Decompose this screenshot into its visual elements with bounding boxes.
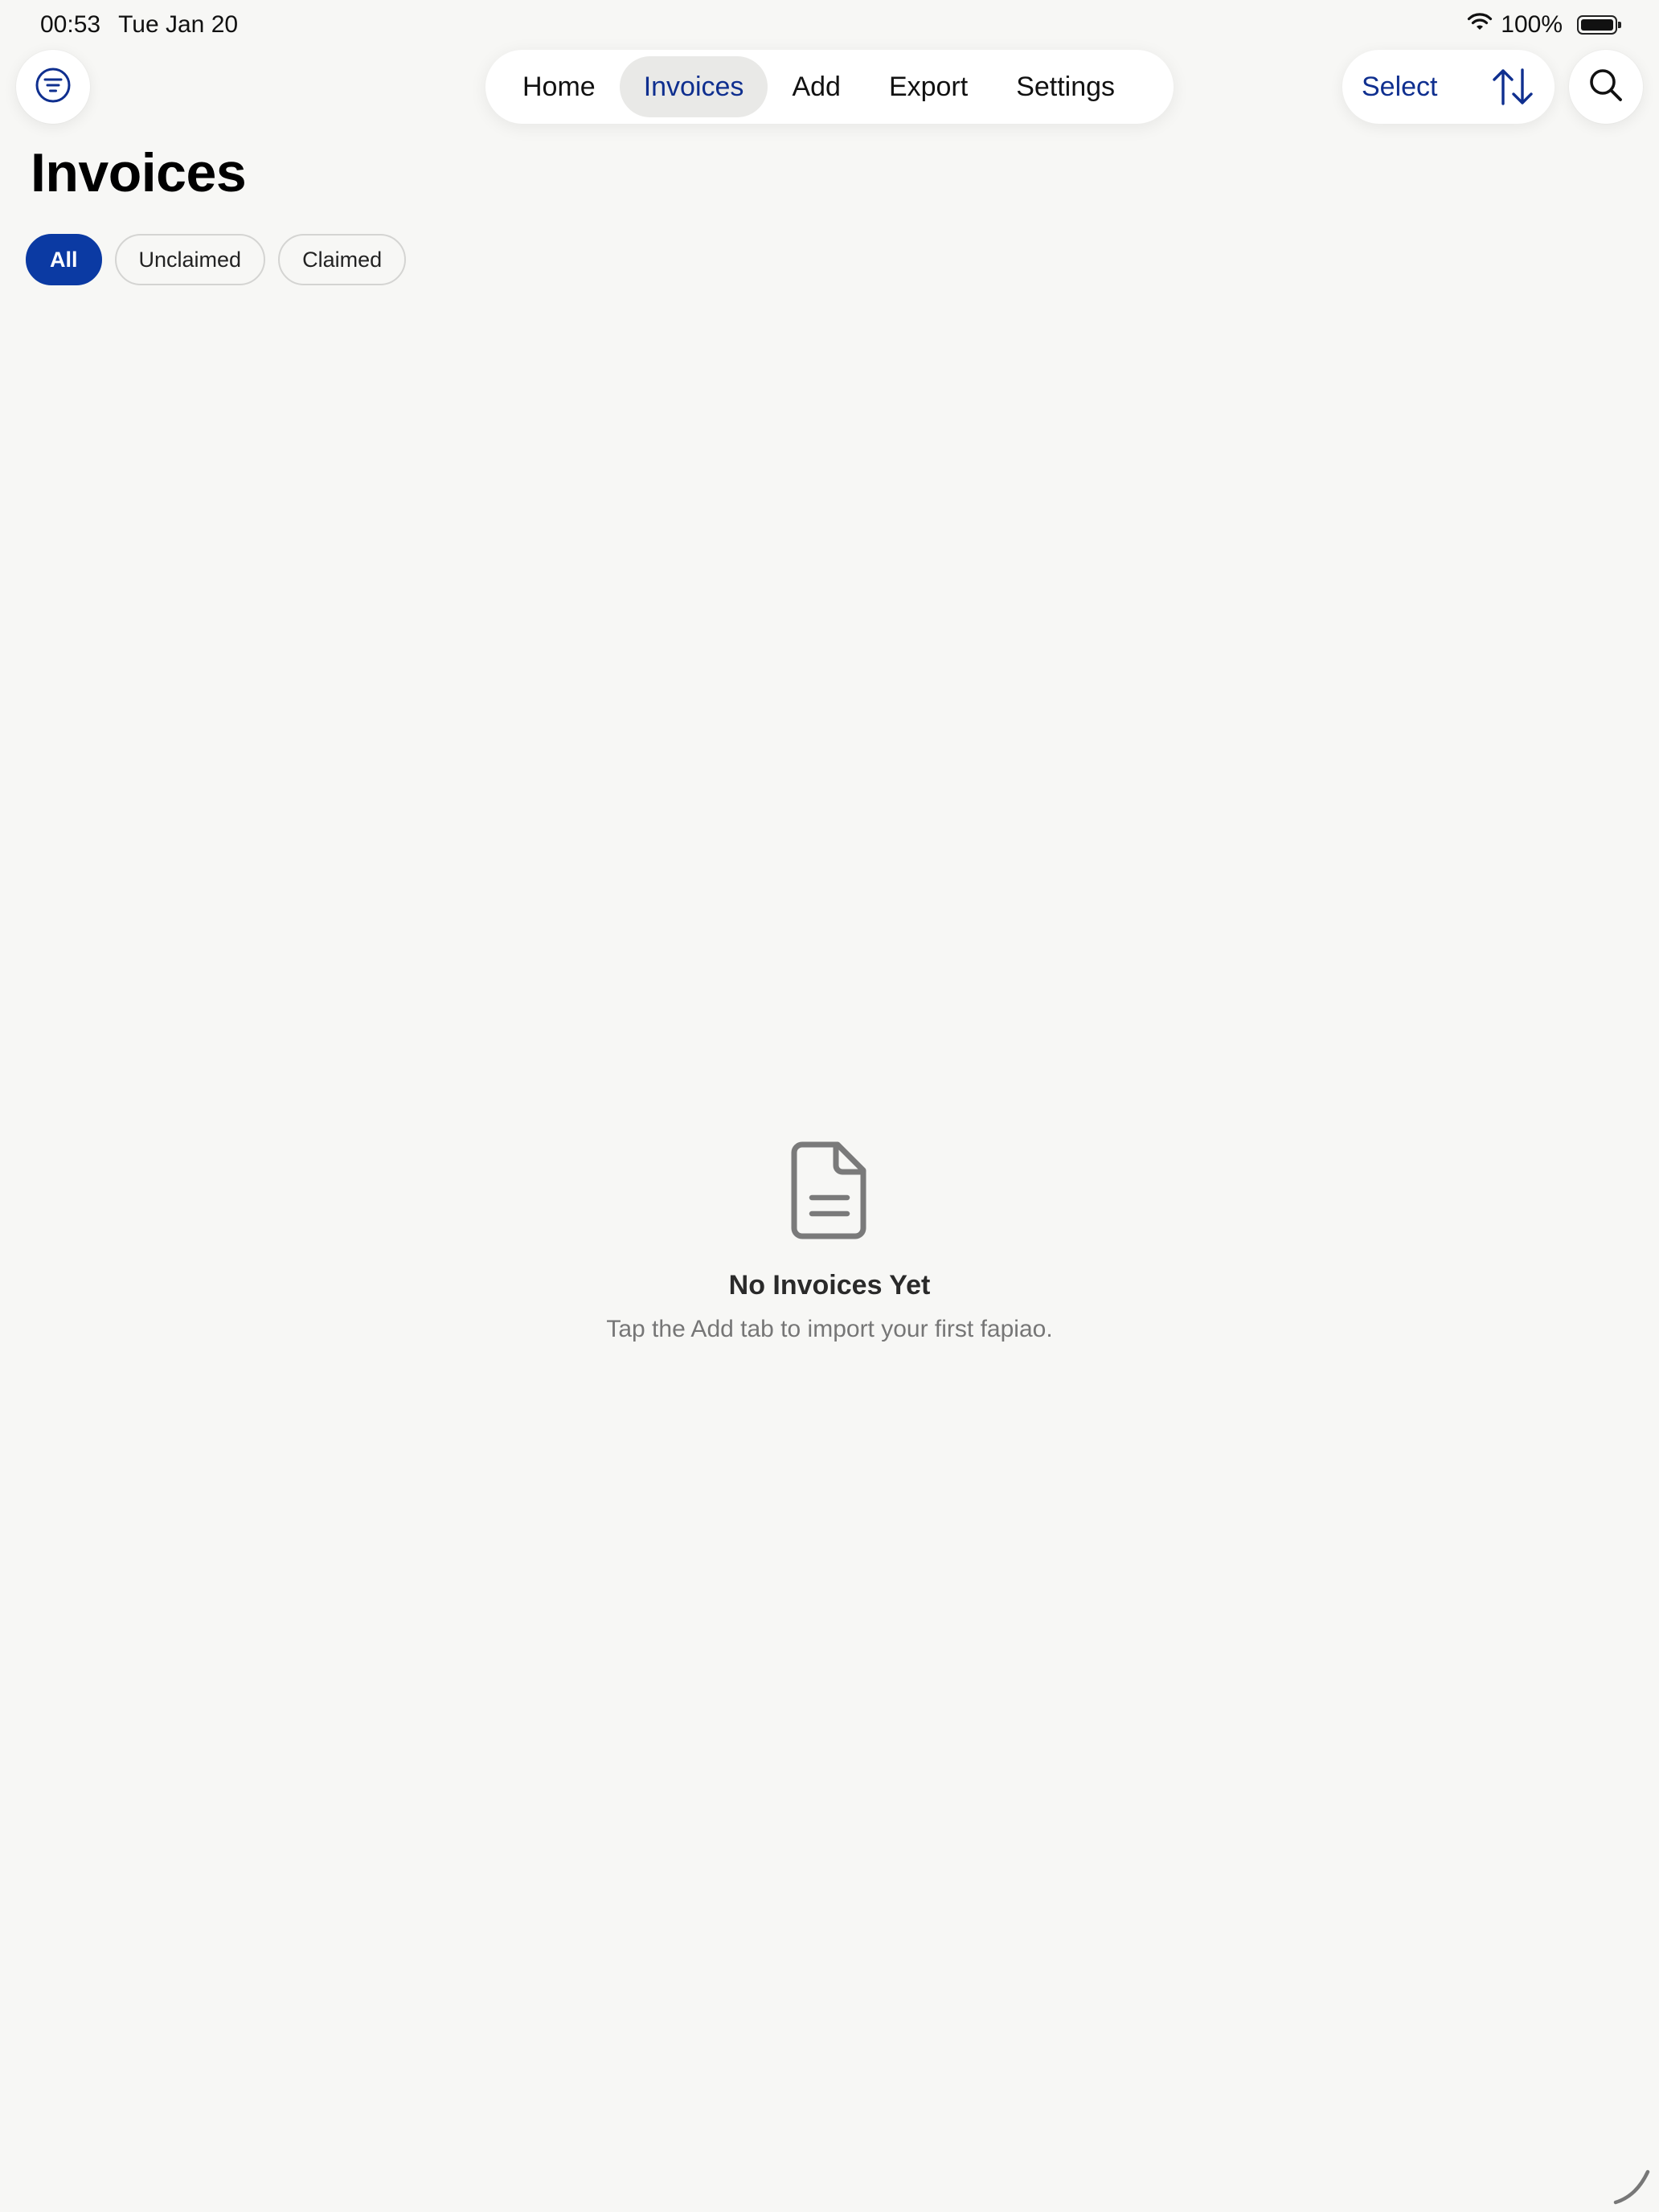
search-icon bbox=[1587, 67, 1624, 108]
battery-percentage: 100% bbox=[1501, 11, 1563, 38]
tab-settings[interactable]: Settings bbox=[992, 56, 1139, 117]
empty-state-title: No Invoices Yet bbox=[728, 1270, 931, 1301]
empty-state-subtitle: Tap the Add tab to import your first fap… bbox=[606, 1316, 1053, 1342]
page-title: Invoices bbox=[31, 142, 247, 203]
document-icon bbox=[791, 1141, 866, 1239]
tab-home[interactable]: Home bbox=[498, 56, 620, 117]
filter-button[interactable] bbox=[16, 50, 90, 124]
tab-export[interactable]: Export bbox=[865, 56, 992, 117]
search-button[interactable] bbox=[1569, 50, 1643, 124]
corner-handle-icon bbox=[1613, 2169, 1650, 2205]
action-pill: Select bbox=[1342, 50, 1555, 124]
segment-claimed[interactable]: Claimed bbox=[278, 234, 407, 285]
empty-state: No Invoices Yet Tap the Add tab to impor… bbox=[0, 1141, 1659, 1343]
select-button[interactable]: Select bbox=[1362, 72, 1438, 103]
status-bar-right: 100% bbox=[1467, 11, 1621, 39]
sort-button[interactable] bbox=[1490, 67, 1535, 107]
tab-add[interactable]: Add bbox=[768, 56, 865, 117]
segment-filter: All Unclaimed Claimed bbox=[26, 234, 407, 285]
status-time: 00:53 bbox=[40, 11, 101, 38]
app-screen: 00:53 Tue Jan 20 100% Home Invoices Add bbox=[0, 0, 1659, 2212]
filter-circle-icon bbox=[35, 67, 72, 108]
battery-icon bbox=[1577, 15, 1621, 35]
sort-arrows-icon bbox=[1493, 68, 1533, 105]
status-bar-left: 00:53 Tue Jan 20 bbox=[40, 11, 238, 39]
status-date: Tue Jan 20 bbox=[118, 11, 239, 38]
segment-all[interactable]: All bbox=[26, 234, 102, 285]
tab-bar: Home Invoices Add Export Settings bbox=[485, 50, 1174, 124]
segment-unclaimed[interactable]: Unclaimed bbox=[114, 234, 266, 285]
tab-invoices[interactable]: Invoices bbox=[619, 56, 768, 117]
wifi-icon bbox=[1467, 11, 1493, 39]
